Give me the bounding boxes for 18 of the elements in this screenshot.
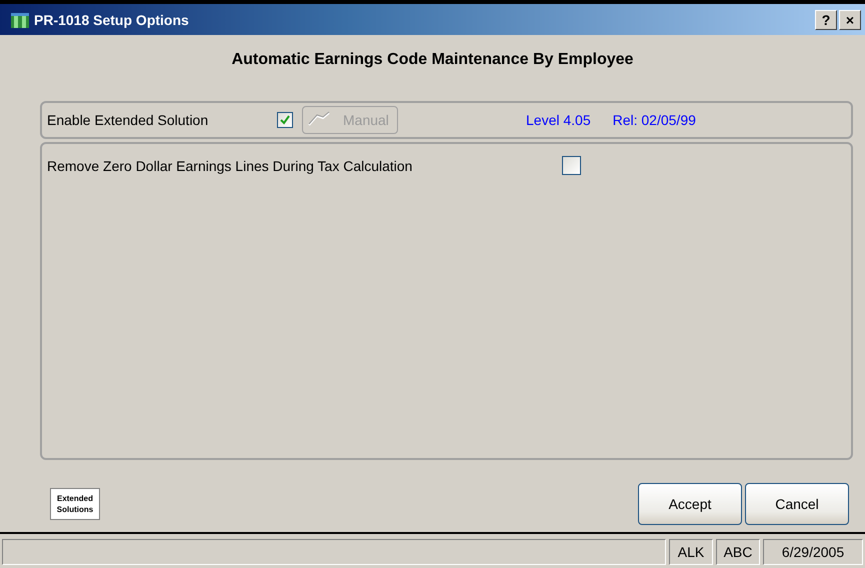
help-button[interactable]: ? <box>815 10 837 30</box>
option-label: Remove Zero Dollar Earnings Lines During Tax Calculation <box>47 158 414 174</box>
status-cell: ALK <box>669 539 713 565</box>
page-heading: Automatic Earnings Code Maintenance By Employee <box>230 51 634 69</box>
logo: Extended Solutions <box>50 488 100 520</box>
close-button[interactable]: × <box>839 10 861 30</box>
level-text: Level 4.05 <box>526 112 591 128</box>
release-text: Rel: 02/05/99 <box>612 112 696 128</box>
window-title: PR-1018 Setup Options <box>34 12 190 28</box>
dialog-button[interactable]: Cancel <box>745 483 849 525</box>
checkbox[interactable] <box>562 156 581 175</box>
app-icon <box>10 10 30 28</box>
check-icon <box>279 114 291 126</box>
status-cell: ABC <box>716 539 760 565</box>
status-cell: 6/29/2005 <box>763 539 863 565</box>
dialog-button[interactable]: Accept <box>638 483 742 525</box>
checkbox-label: Enable Extended Solution <box>47 112 210 128</box>
checkbox[interactable] <box>277 112 293 128</box>
